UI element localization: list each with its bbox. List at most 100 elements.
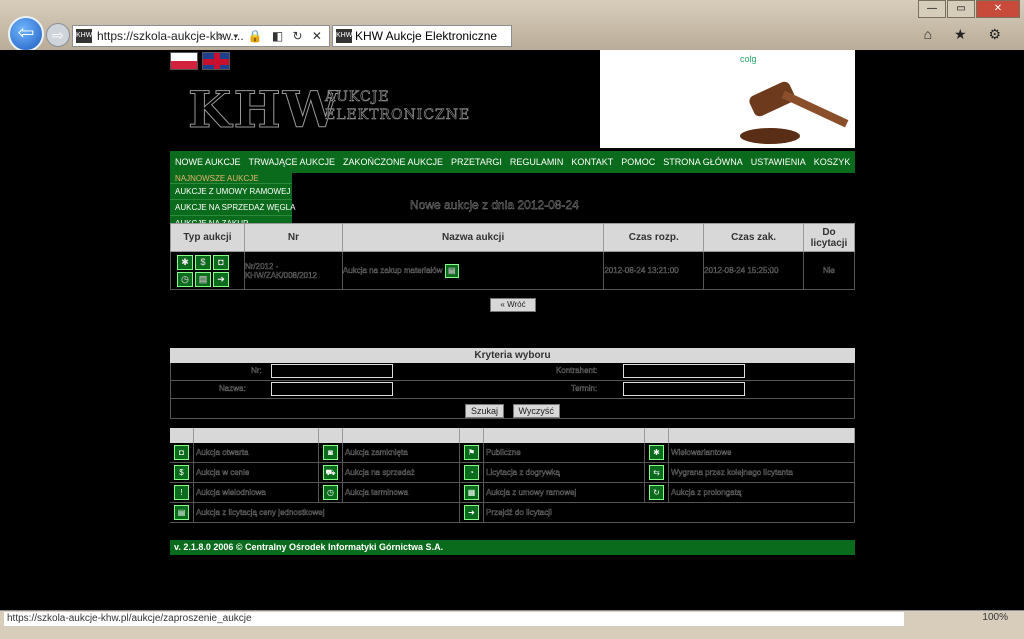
address-bar[interactable]: KHW https://szkola-aukcje-khw.... ⌕ ▾ 🔒 … bbox=[72, 25, 330, 47]
table-header-row: Typ aukcji Nr Nazwa aukcji Czas rozp. Cz… bbox=[170, 223, 855, 252]
col-header: Typ aukcji bbox=[170, 223, 245, 252]
nav-item[interactable]: KOSZYK bbox=[814, 157, 851, 167]
unit-price-icon: ▤ bbox=[174, 505, 189, 520]
khw-logo: KHW bbox=[188, 80, 341, 140]
zoom-level[interactable]: 100% bbox=[982, 612, 1008, 623]
page-viewport: KHW AUKCJE ELEKTRONICZNE colg NOWE AUKCJ… bbox=[0, 50, 1024, 610]
search-button[interactable]: Szukaj bbox=[465, 404, 505, 418]
nr-input[interactable] bbox=[271, 364, 393, 378]
col-header: Do licytacji bbox=[803, 223, 855, 252]
type-cell: ✱ $ ◘ ◷ ▤ ➜ bbox=[170, 251, 245, 290]
auction-page: KHW AUKCJE ELEKTRONICZNE colg NOWE AUKCJ… bbox=[170, 50, 855, 560]
details-document-icon[interactable]: ▤ bbox=[444, 263, 459, 278]
legend-text: Aukcja w cenie bbox=[194, 463, 319, 482]
end-time-cell: 2012-08-24 15:25:00 bbox=[703, 251, 804, 290]
nr-cell[interactable]: Nr/2012 - KHW/ZAK/008/2012 bbox=[243, 251, 343, 290]
minimize-icon[interactable]: — bbox=[918, 0, 946, 18]
tab-favicon: KHW bbox=[336, 29, 352, 43]
overtime-icon: ◔ bbox=[464, 465, 479, 480]
legend-text: Wygrana przez kolejnego licytanta bbox=[669, 463, 855, 482]
page-footer: v. 2.1.8.0 2006 © Centralny Ośrodek Info… bbox=[170, 540, 855, 555]
maximize-icon[interactable]: ▭ bbox=[947, 0, 975, 18]
go-to-bid-icon: ➜ bbox=[464, 505, 479, 520]
legend-text: Aukcja otwarta bbox=[194, 443, 319, 462]
address-action-icons[interactable]: ⌕ ▾ 🔒 ◧ ↻ ✕ bbox=[217, 26, 325, 46]
go-to-bid-icon[interactable]: ➜ bbox=[213, 271, 229, 287]
bid-status-cell: Nie bbox=[803, 251, 855, 290]
legend-text: Aukcja zamknięta bbox=[343, 443, 460, 462]
back-button[interactable]: « Wróć bbox=[490, 298, 536, 312]
next-bidder-icon: ⇆ bbox=[649, 465, 664, 480]
legend-text: Aukcja z prolongatą bbox=[669, 483, 855, 502]
legend-text: Aukcja z licytacją ceny jednostkowej bbox=[194, 503, 460, 522]
nav-item[interactable]: STRONA GŁÓWNA bbox=[663, 157, 743, 167]
status-url: https://szkola-aukcje-khw.pl/aukcje/zapr… bbox=[4, 612, 904, 626]
price-icon: $ bbox=[174, 465, 189, 480]
nav-item[interactable]: TRWAJĄCE AUKCJE bbox=[249, 157, 336, 167]
legend-text: Aukcja na sprzedaż bbox=[343, 463, 460, 482]
contractor-input[interactable] bbox=[623, 364, 745, 378]
dropdown-item[interactable]: AUKCJE Z UMOWY RAMOWEJ bbox=[170, 184, 292, 200]
sale-cart-icon: ⛟ bbox=[323, 465, 338, 480]
back-arrow-icon[interactable]: ⇦ bbox=[8, 16, 44, 52]
forward-arrow-icon[interactable]: ⇨ bbox=[46, 23, 70, 47]
multiday-icon: ! bbox=[174, 485, 189, 500]
browser-tab[interactable]: KHW KHW Aukcje Elektroniczne bbox=[332, 25, 512, 47]
name-cell[interactable]: Aukcja na zakup materiałów ▤ bbox=[341, 251, 605, 290]
terminal-auction-icon: ◷ bbox=[177, 271, 193, 287]
date-label: Termin: bbox=[571, 384, 598, 393]
nav-item[interactable]: PRZETARGI bbox=[451, 157, 502, 167]
col-header: Nazwa aukcji bbox=[341, 223, 605, 252]
polish-flag-icon[interactable] bbox=[170, 52, 198, 70]
table-row[interactable]: ✱ $ ◘ ◷ ▤ ➜ Nr/2012 - KHW/ZAK/008/2012 A… bbox=[170, 251, 855, 290]
nr-label: Nr: bbox=[251, 366, 262, 375]
closed-auction-icon: ✱ bbox=[177, 254, 193, 270]
criteria-buttons: Szukaj Wyczyść bbox=[170, 399, 855, 419]
date-input[interactable] bbox=[623, 382, 745, 396]
english-flag-icon[interactable] bbox=[202, 52, 230, 70]
hero-label: colg bbox=[740, 54, 757, 64]
name-label: Nazwa: bbox=[219, 384, 246, 393]
icon-legend: ◘ Aukcja otwarta ◙ Aukcja zamknięta ⚑ Publi… bbox=[170, 428, 855, 523]
prolongation-icon: ↻ bbox=[649, 485, 664, 500]
tab-title: KHW Aukcje Elektroniczne bbox=[355, 29, 498, 43]
nav-item[interactable]: ZAKOŃCZONE AUKCJE bbox=[343, 157, 443, 167]
auction-name[interactable]: Aukcja na zakup materiałów bbox=[343, 265, 443, 274]
auction-table: Typ aukcji Nr Nazwa aukcji Czas rozp. Cz… bbox=[170, 223, 855, 290]
nav-item[interactable]: NOWE AUKCJE bbox=[175, 157, 241, 167]
dropdown-item[interactable]: AUKCJE NA SPRZEDAŻ WĘGLA bbox=[170, 200, 295, 216]
clear-button[interactable]: Wyczyść bbox=[512, 404, 560, 418]
legend-text: Licytacja z dogrywką bbox=[484, 463, 645, 482]
main-nav: NOWE AUKCJE TRWAJĄCE AUKCJE ZAKOŃCZONE A… bbox=[170, 151, 855, 173]
nav-item[interactable]: USTAWIENIA bbox=[751, 157, 806, 167]
toolbar-icons[interactable]: ⌂ ★ ⚙ bbox=[924, 26, 1010, 43]
window-controls: — ▭ ✕ bbox=[917, 0, 1020, 18]
legend-text: Wielowariantowe bbox=[669, 443, 855, 462]
close-window-icon[interactable]: ✕ bbox=[976, 0, 1020, 18]
type-icons: ✱ $ ◘ ◷ ▤ ➜ bbox=[171, 253, 244, 289]
nav-item[interactable]: KONTAKT bbox=[571, 157, 613, 167]
price-auction-icon: $ bbox=[195, 254, 211, 270]
logo-subtitle-line2: ELEKTRONICZNE bbox=[325, 107, 471, 124]
gavel-base-icon bbox=[740, 128, 800, 144]
gavel-handle-icon bbox=[781, 90, 849, 128]
legend-text: Aukcja terminowa bbox=[343, 483, 460, 502]
legend-text: Aukcja wielodniowa bbox=[194, 483, 319, 502]
dropdown-item[interactable]: NAJNOWSZE AUKCJE bbox=[170, 173, 292, 184]
site-favicon: KHW bbox=[76, 29, 92, 43]
contractor-label: Kontrahent: bbox=[556, 366, 598, 375]
criteria-row: Nazwa: Termin: bbox=[170, 381, 855, 399]
browser-chrome: ⇦ ⇨ KHW https://szkola-aukcje-khw.... ⌕ … bbox=[0, 0, 1024, 52]
header-gavel-image: colg bbox=[600, 50, 855, 148]
legend-header bbox=[170, 428, 855, 443]
nav-item[interactable]: REGULAMIN bbox=[510, 157, 564, 167]
col-header: Czas zak. bbox=[703, 223, 804, 252]
legend-text: Publiczne bbox=[484, 443, 645, 462]
search-criteria: Kryteria wyboru Nr: Kontrahent: Nazwa: T… bbox=[170, 348, 855, 419]
legend-row: ! Aukcja wielodniowa ◷ Aukcja terminowa ▦ A… bbox=[170, 483, 855, 503]
status-bar: https://szkola-aukcje-khw.pl/aukcje/zapr… bbox=[0, 610, 1024, 639]
legend-text: Przejdź do licytacji bbox=[484, 503, 855, 522]
name-input[interactable] bbox=[271, 382, 393, 396]
open-auction-icon: ◘ bbox=[174, 445, 189, 460]
nav-item[interactable]: POMOC bbox=[621, 157, 655, 167]
